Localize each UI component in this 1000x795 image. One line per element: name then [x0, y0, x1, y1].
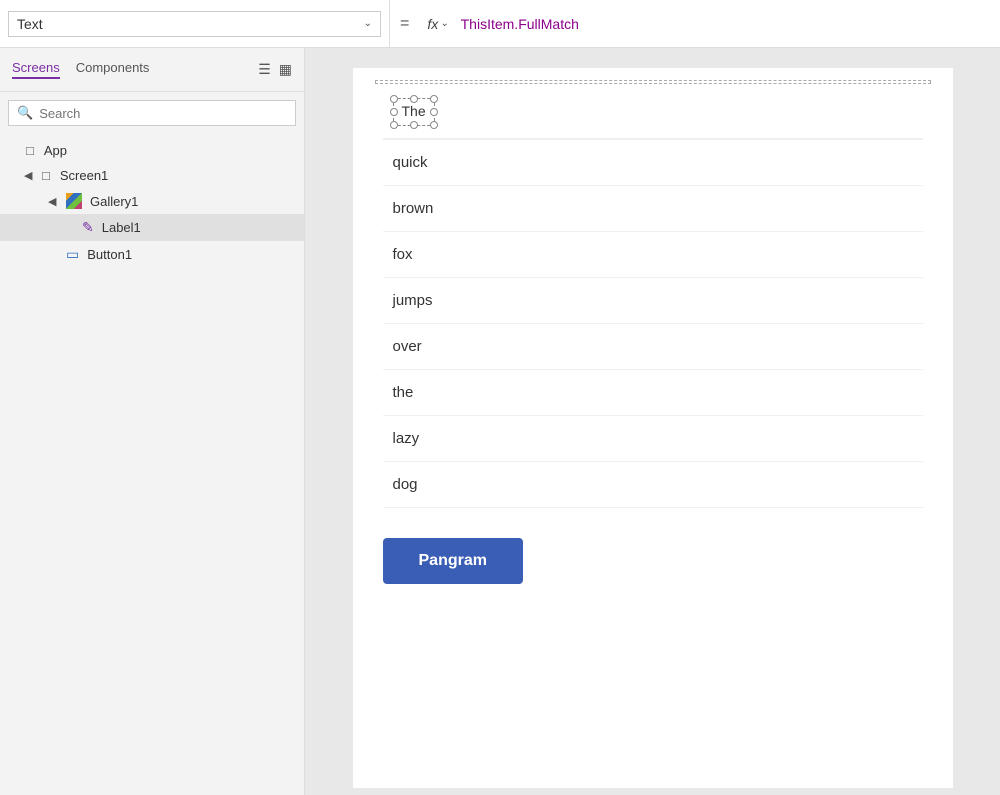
tree-label-label1: Label1: [102, 220, 141, 235]
formula-bar: fx ⌄ ThisItem.FullMatch: [419, 16, 1000, 32]
formula-expression[interactable]: ThisItem.FullMatch: [461, 16, 579, 32]
handle-mid-right[interactable]: [430, 108, 438, 116]
label-selected[interactable]: The: [393, 98, 435, 126]
property-selector: Text ⌄: [0, 0, 390, 47]
tabs-right: ☰ ▦: [258, 61, 292, 78]
list-item[interactable]: lazy: [383, 416, 923, 462]
canvas: The quickbrownf: [353, 68, 953, 788]
handle-top-left[interactable]: [390, 95, 398, 103]
list-view-icon[interactable]: ☰: [258, 61, 271, 78]
top-bar: Text ⌄ = fx ⌄ ThisItem.FullMatch: [0, 0, 1000, 48]
pangram-button[interactable]: Pangram: [383, 538, 523, 584]
gallery-rows: quickbrownfoxjumpsoverthelazydog: [383, 139, 923, 508]
gallery-list: The: [383, 88, 923, 139]
tree-label-button1: Button1: [87, 247, 132, 262]
search-box: 🔍: [8, 100, 296, 126]
list-item[interactable]: over: [383, 324, 923, 370]
tree-panel: □ App ◀ □ Screen1 ◀ Gallery1 ✎ Label1: [0, 134, 304, 795]
tree-item-screen1[interactable]: ◀ □ Screen1: [0, 163, 304, 188]
tab-screens[interactable]: Screens: [12, 60, 60, 79]
search-icon: 🔍: [17, 105, 33, 121]
handle-bot-mid[interactable]: [410, 121, 418, 129]
expand-arrow-screen1: ◀: [24, 169, 38, 182]
gallery-icon: [66, 193, 82, 209]
gallery-first-item[interactable]: The: [383, 88, 923, 139]
tree-label-gallery1: Gallery1: [90, 194, 138, 209]
gallery-container: The: [383, 88, 923, 139]
list-item[interactable]: quick: [383, 139, 923, 186]
tab-components[interactable]: Components: [76, 60, 150, 79]
gallery-selection-border: [375, 80, 931, 84]
label-first-text: The: [402, 103, 426, 119]
app-icon: □: [26, 143, 34, 158]
screen-icon: □: [42, 168, 50, 183]
sidebar: Screens Components ☰ ▦ 🔍 □ App ◀ □: [0, 48, 305, 795]
list-item[interactable]: fox: [383, 232, 923, 278]
list-item[interactable]: jumps: [383, 278, 923, 324]
handle-bot-right[interactable]: [430, 121, 438, 129]
handle-bot-left[interactable]: [390, 121, 398, 129]
tree-label-screen1: Screen1: [60, 168, 108, 183]
property-dropdown[interactable]: Text ⌄: [8, 11, 381, 37]
search-input[interactable]: [39, 106, 287, 121]
handle-top-right[interactable]: [430, 95, 438, 103]
main-area: Screens Components ☰ ▦ 🔍 □ App ◀ □: [0, 48, 1000, 795]
fx-icon: fx ⌄: [427, 16, 448, 32]
chevron-down-icon: ⌄: [364, 18, 372, 29]
label-icon: ✎: [82, 219, 94, 236]
tree-item-label1[interactable]: ✎ Label1: [0, 214, 304, 241]
handle-top-mid[interactable]: [410, 95, 418, 103]
equals-sign: =: [390, 15, 419, 33]
grid-view-icon[interactable]: ▦: [279, 61, 292, 78]
fx-chevron-icon: ⌄: [440, 18, 448, 29]
sidebar-tabs: Screens Components ☰ ▦: [0, 48, 304, 92]
list-item[interactable]: the: [383, 370, 923, 416]
tabs-left: Screens Components: [12, 60, 149, 79]
list-item[interactable]: brown: [383, 186, 923, 232]
tree-label-app: App: [44, 143, 67, 158]
property-name: Text: [17, 16, 43, 32]
tree-item-button1[interactable]: ▭ Button1: [0, 241, 304, 268]
list-item[interactable]: dog: [383, 462, 923, 508]
tree-item-gallery1[interactable]: ◀ Gallery1: [0, 188, 304, 214]
tree-item-app[interactable]: □ App: [0, 138, 304, 163]
canvas-area: The quickbrownf: [305, 48, 1000, 795]
expand-arrow-gallery1: ◀: [48, 195, 62, 208]
button-icon: ▭: [66, 246, 79, 263]
handle-mid-left[interactable]: [390, 108, 398, 116]
